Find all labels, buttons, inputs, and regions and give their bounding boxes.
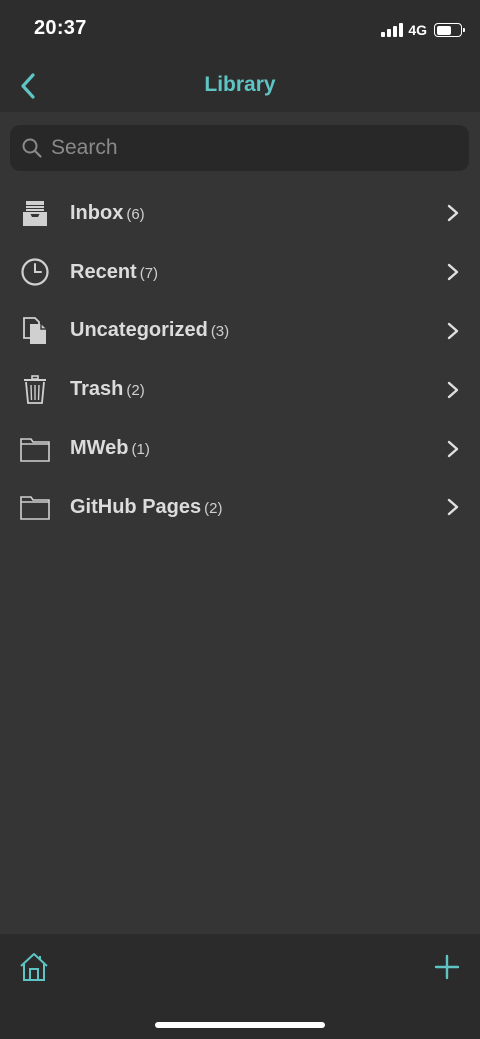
item-count: (6) <box>126 205 145 223</box>
home-button[interactable] <box>18 951 52 985</box>
folder-icon <box>18 432 52 466</box>
inbox-tray-icon <box>18 196 52 230</box>
item-label: Inbox (6) <box>70 201 145 224</box>
chevron-right-icon <box>447 381 459 398</box>
documents-icon <box>18 314 52 348</box>
item-label: Trash (2) <box>70 378 145 401</box>
item-label: GitHub Pages (2) <box>70 495 223 518</box>
status-time: 20:37 <box>34 17 87 39</box>
item-count: (2) <box>126 382 145 400</box>
home-icon <box>20 953 48 981</box>
status-indicators: 4G <box>381 20 465 40</box>
status-bar: 20:37 4G <box>0 0 480 60</box>
home-indicator[interactable] <box>155 1022 325 1028</box>
list-item-mweb[interactable]: MWeb (1) <box>0 419 480 478</box>
item-count: (7) <box>139 264 159 282</box>
item-count: (3) <box>210 323 230 341</box>
navigation-bar: Library <box>0 60 480 112</box>
clock-icon <box>18 255 52 289</box>
item-label: MWeb (1) <box>70 437 150 460</box>
bottom-toolbar <box>0 934 480 1039</box>
page-title: Library <box>204 73 276 96</box>
folder-icon <box>18 490 52 524</box>
chevron-right-icon <box>447 322 459 340</box>
list-item-recent[interactable]: Recent (7) <box>0 243 480 302</box>
search-input[interactable] <box>51 136 469 160</box>
trash-icon <box>18 373 52 407</box>
library-list: Inbox (6) Recent (7) Uncategorized (3) T… <box>0 184 480 537</box>
chevron-right-icon <box>447 440 459 457</box>
battery-icon <box>434 23 465 37</box>
search-box[interactable] <box>10 125 469 171</box>
chevron-right-icon <box>447 499 459 516</box>
item-count: (2) <box>204 499 223 517</box>
search-icon <box>22 138 42 158</box>
add-button[interactable] <box>432 952 462 982</box>
list-item-inbox[interactable]: Inbox (6) <box>0 184 480 243</box>
list-item-uncategorized[interactable]: Uncategorized (3) <box>0 302 480 361</box>
list-item-github-pages[interactable]: GitHub Pages (2) <box>0 478 480 537</box>
item-count: (1) <box>131 441 150 459</box>
search-bar <box>10 125 469 171</box>
item-label: Uncategorized (3) <box>70 319 230 342</box>
item-label: Recent (7) <box>70 260 159 283</box>
chevron-right-icon <box>447 263 459 281</box>
network-type: 4G <box>408 22 427 38</box>
plus-icon <box>434 954 460 980</box>
cellular-signal-icon <box>381 23 404 37</box>
list-item-trash[interactable]: Trash (2) <box>0 360 480 419</box>
chevron-right-icon <box>447 205 459 222</box>
